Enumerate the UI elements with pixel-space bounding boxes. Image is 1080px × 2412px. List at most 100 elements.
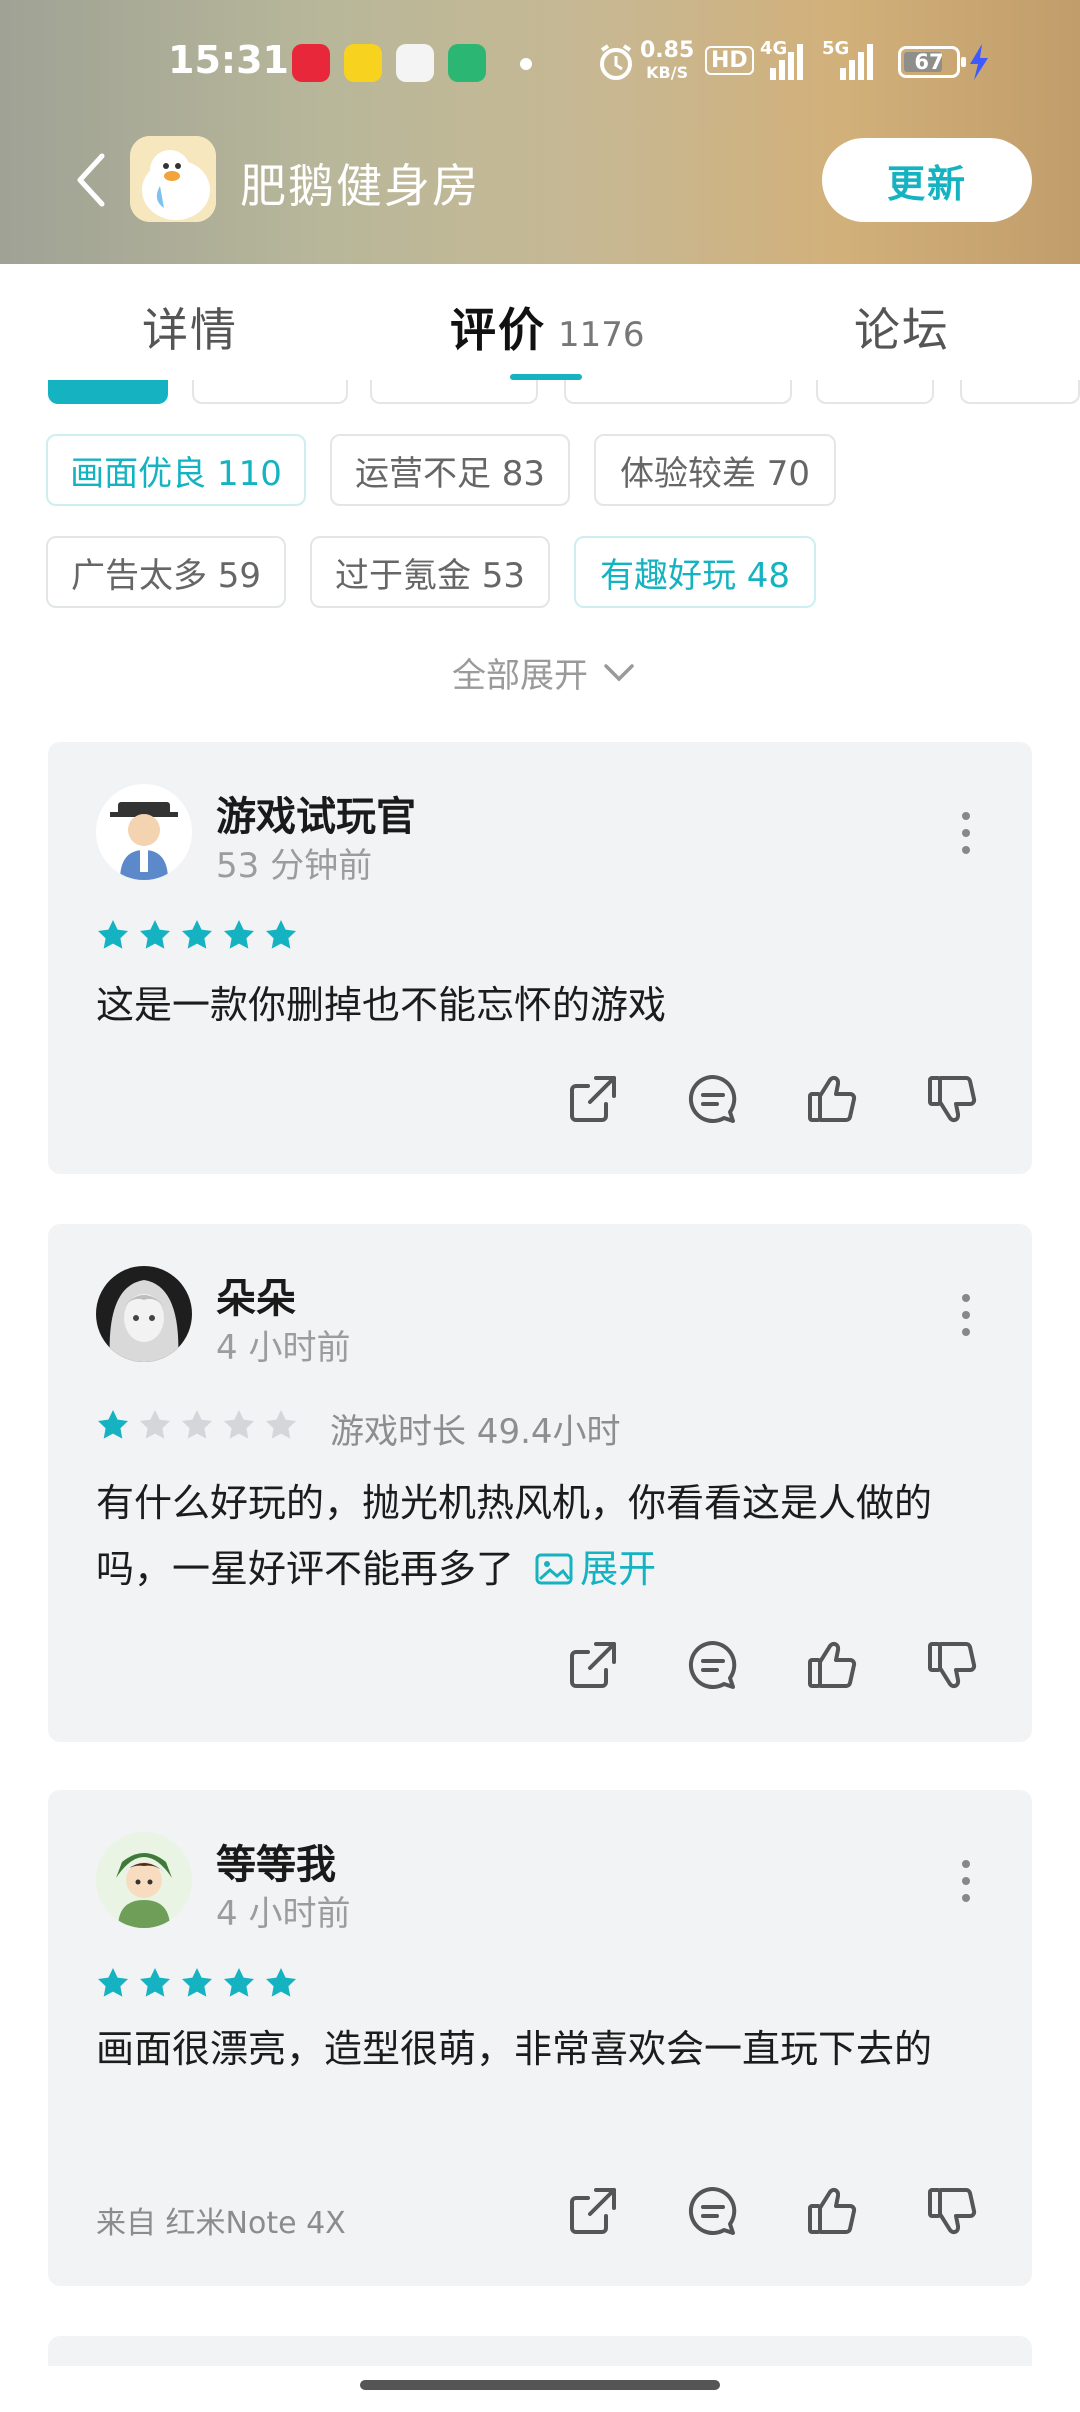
goose-logo-icon (130, 136, 216, 222)
star-icon (182, 1410, 212, 1439)
expand-all-label: 全部展开 (452, 656, 588, 696)
star-icon (224, 1410, 254, 1439)
thumbs-down-icon[interactable] (926, 1072, 980, 1126)
avatar[interactable] (96, 1832, 192, 1928)
review-text: 这是一款你删掉也不能忘怀的游戏 (96, 972, 996, 1038)
reviewer-name[interactable]: 游戏试玩官 (216, 784, 416, 842)
device-source: 来自 红米Note 4X (96, 2206, 346, 2241)
weibo-notification-icon (396, 44, 434, 82)
star-icon (98, 920, 128, 949)
alarm-icon (600, 44, 632, 80)
share-icon[interactable] (566, 1072, 620, 1126)
star-icon (266, 920, 296, 949)
star-icon (224, 1968, 254, 1997)
charging-icon (970, 44, 988, 80)
back-arrow-icon[interactable] (70, 150, 110, 210)
tab-forum-label: 论坛 (854, 303, 950, 357)
net-speed: 0.85 KB/S (640, 40, 694, 84)
tag-filter[interactable]: 运营不足 83 (330, 434, 570, 506)
star-icon (266, 1968, 296, 1997)
battery-level: 67 (914, 50, 944, 74)
avatar-official-cartoon (96, 784, 192, 880)
review-text-body: 这是一款你删掉也不能忘怀的游戏 (96, 983, 667, 1027)
avatar[interactable] (96, 784, 192, 880)
expand-review-link[interactable]: 展开 (526, 1547, 656, 1591)
hd-badge: HD (705, 46, 754, 75)
tag-filter[interactable]: 广告太多 59 (46, 536, 286, 608)
review-time: 53 分钟前 (216, 846, 373, 886)
review-card[interactable]: 游戏试玩官 53 分钟前 这是一款你删掉也不能忘怀的游戏 (48, 742, 1032, 1174)
more-options-icon[interactable] (960, 1294, 972, 1344)
comment-icon[interactable] (686, 1638, 740, 1692)
diamond-app-notification-icon (344, 44, 382, 82)
tag-filter[interactable]: 画面优良 110 (46, 434, 306, 506)
tag-partial[interactable] (960, 380, 1080, 404)
star-icon (182, 1968, 212, 1997)
tab-details-label: 详情 (142, 303, 238, 357)
signal-5g-icon (840, 44, 873, 80)
status-time: 15:31 (168, 38, 289, 82)
review-text: 画面很漂亮，造型很萌，非常喜欢会一直玩下去的 (96, 2016, 996, 2082)
reviewer-name[interactable]: 朵朵 (216, 1266, 296, 1324)
comment-icon[interactable] (686, 1072, 740, 1126)
tag-filter[interactable]: 体验较差 70 (594, 434, 836, 506)
star-rating (96, 1408, 298, 1444)
signal-4g-icon (770, 44, 803, 80)
review-text-body: 画面很漂亮，造型很萌，非常喜欢会一直玩下去的 (96, 2027, 933, 2071)
expand-all-tags[interactable]: 全部展开 (452, 648, 636, 697)
review-text-body: 有什么好玩的，抛光机热风机，你看看这是人做的吗，一星好评不能再多了 (96, 1481, 933, 1591)
review-card[interactable]: 等等我 4 小时前 画面很漂亮，造型很萌，非常喜欢会一直玩下去的 来自 红米No… (48, 1790, 1032, 2286)
net-speed-unit: KB/S (646, 63, 689, 82)
tab-reviews[interactable]: 评价 1176 (450, 294, 645, 360)
thumbs-up-icon[interactable] (806, 1072, 860, 1126)
star-icon (140, 920, 170, 949)
star-icon (182, 920, 212, 949)
tag-partial[interactable] (564, 380, 792, 404)
tag-partial[interactable] (48, 380, 168, 404)
reviewer-name[interactable]: 等等我 (216, 1832, 336, 1890)
avatar[interactable] (96, 1266, 192, 1362)
share-icon[interactable] (566, 2184, 620, 2238)
thumbs-up-icon[interactable] (806, 1638, 860, 1692)
image-icon (535, 1553, 573, 1585)
star-rating (96, 918, 298, 954)
tag-partial[interactable] (192, 380, 348, 404)
star-icon (224, 920, 254, 949)
more-options-icon[interactable] (960, 812, 972, 862)
star-icon (98, 1410, 128, 1439)
tab-forum[interactable]: 论坛 (854, 294, 950, 360)
review-actions (566, 1072, 980, 1126)
comment-icon[interactable] (686, 2184, 740, 2238)
xiaohongshu-notification-icon (292, 44, 330, 82)
more-notifications-dot (520, 58, 532, 70)
review-time: 4 小时前 (216, 1328, 351, 1368)
share-icon[interactable] (566, 1638, 620, 1692)
app-header: 15:31 0.85 KB/S HD 4G 5G 67 肥鹅健身房 更新 (0, 0, 1080, 264)
net-speed-value: 0.85 (640, 38, 695, 63)
review-time: 4 小时前 (216, 1894, 351, 1934)
home-indicator[interactable] (360, 2380, 720, 2390)
star-icon (140, 1410, 170, 1439)
tag-partial[interactable] (816, 380, 934, 404)
review-card[interactable]: 朵朵 4 小时前 游戏时长 49.4小时 有什么好玩的，抛光机热风机，你看看这是… (48, 1224, 1032, 1742)
star-icon (98, 1968, 128, 1997)
tag-filter[interactable]: 有趣好玩 48 (574, 536, 816, 608)
avatar-cartoon-boy (96, 1832, 192, 1928)
avatar-anime-girl (96, 1266, 192, 1362)
battery-icon: 67 (898, 46, 966, 78)
video-app-notification-icon (448, 44, 486, 82)
tab-bar: 详情 评价 1176 论坛 (0, 264, 1080, 380)
chevron-down-icon (604, 663, 634, 681)
tag-filter[interactable]: 过于氪金 53 (310, 536, 550, 608)
app-logo (130, 136, 216, 222)
thumbs-down-icon[interactable] (926, 1638, 980, 1692)
thumbs-down-icon[interactable] (926, 2184, 980, 2238)
review-text: 有什么好玩的，抛光机热风机，你看看这是人做的吗，一星好评不能再多了 展开 (96, 1470, 996, 1602)
status-bar: 15:31 0.85 KB/S HD 4G 5G 67 (0, 30, 1080, 100)
more-options-icon[interactable] (960, 1860, 972, 1910)
tag-partial[interactable] (370, 380, 538, 404)
tab-details[interactable]: 详情 (142, 294, 238, 360)
update-button[interactable]: 更新 (822, 138, 1032, 222)
thumbs-up-icon[interactable] (806, 2184, 860, 2238)
review-actions (566, 1638, 980, 1692)
